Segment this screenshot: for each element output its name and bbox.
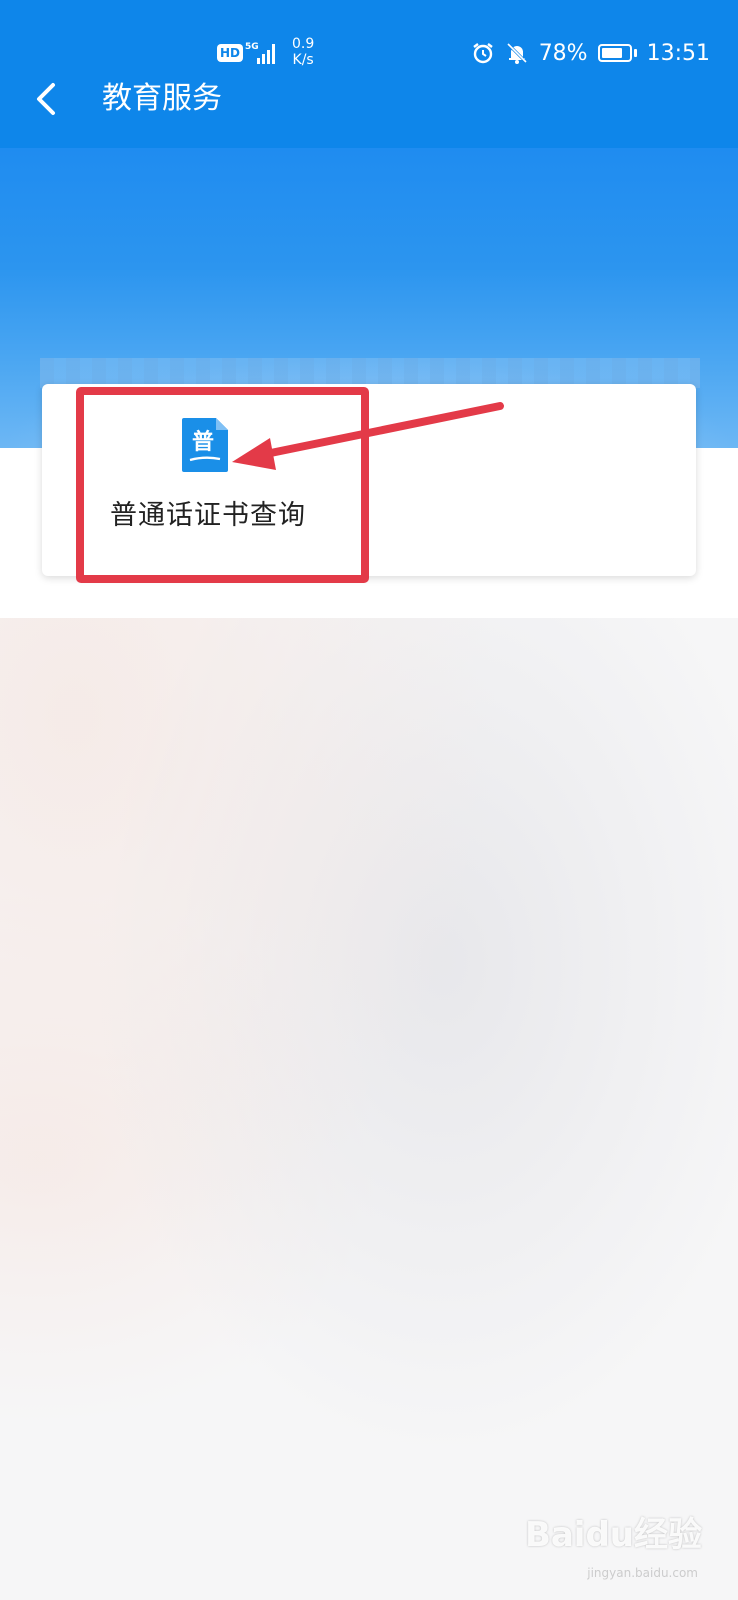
signal-icon: 5G <box>245 42 275 64</box>
status-right: 78% 13:51 <box>471 36 710 70</box>
page-title: 教育服务 <box>102 81 222 116</box>
annotation-arrow <box>232 402 504 470</box>
nav-bar: 教育服务 <box>0 72 738 148</box>
battery-icon <box>597 44 637 62</box>
network-speed: 0.9 K/s <box>292 36 314 68</box>
alarm-icon <box>472 43 493 64</box>
mute-bell-icon <box>506 42 527 64</box>
network-type: 5G <box>245 42 259 52</box>
blurred-content-area <box>0 618 738 1600</box>
battery-percent: 78% <box>538 40 588 66</box>
watermark-url: jingyan.baidu.com <box>587 1566 698 1580</box>
chevron-left-icon <box>37 83 55 115</box>
hd-indicator: HD <box>217 44 244 62</box>
back-button[interactable] <box>22 74 70 124</box>
status-bar: HD 5G 0.9 K/s 78% 13:51 <box>0 36 738 72</box>
watermark-logo: Baidu经验 <box>524 1515 702 1555</box>
speed-value: 0.9 <box>292 36 315 52</box>
clock: 13:51 <box>646 40 710 66</box>
speed-unit: K/s <box>292 52 314 68</box>
